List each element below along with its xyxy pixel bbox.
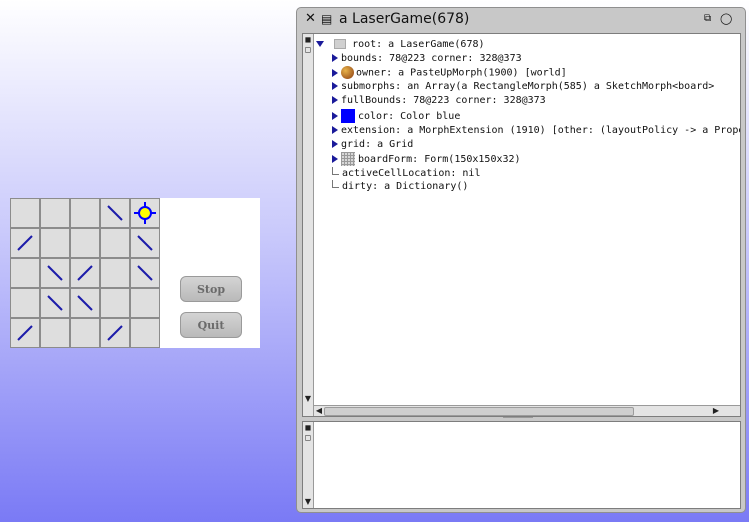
laser-game-board: Stop Quit: [10, 198, 260, 348]
tree-item-label: grid: a Grid: [341, 139, 414, 150]
grid-cell[interactable]: [10, 318, 40, 348]
tree-item[interactable]: extension: a MorphExtension (1910) [othe…: [332, 124, 740, 138]
grid-cell[interactable]: [100, 228, 130, 258]
grid-cell[interactable]: [100, 318, 130, 348]
scroll-down-arrow-icon[interactable]: ▼: [304, 395, 312, 403]
grid-cell[interactable]: [100, 198, 130, 228]
inspector-tree: root: a LaserGame(678) bounds: 78@223 co…: [316, 34, 740, 405]
tree-item-label: activeCellLocation: nil: [342, 168, 481, 179]
grid-cell[interactable]: [10, 198, 40, 228]
tree-item-label: boardForm: Form(150x150x32): [358, 154, 521, 165]
tree-root-label: root: a LaserGame(678): [352, 39, 485, 50]
mirror-backslash-icon: [47, 265, 63, 281]
tree-item[interactable]: boardForm: Form(150x150x32): [332, 152, 521, 166]
stop-button[interactable]: Stop: [180, 276, 242, 302]
grid-cell[interactable]: [40, 288, 70, 318]
code-scroll-up-icon[interactable]: ◼: [304, 424, 312, 432]
tree-item-label: fullBounds: 78@223 corner: 328@373: [341, 95, 546, 106]
grid-cell[interactable]: [130, 198, 160, 228]
expand-arrow-icon[interactable]: [332, 82, 338, 90]
mirror-backslash-icon: [137, 235, 153, 251]
tree-item[interactable]: grid: a Grid: [332, 138, 413, 152]
code-scroll-down-arrow-icon[interactable]: ▼: [304, 498, 312, 506]
mirror-slash-icon: [77, 265, 93, 281]
code-scroll-menu-icon[interactable]: ◻: [304, 434, 312, 442]
expand-arrow-icon[interactable]: [332, 54, 338, 62]
color-swatch-icon: [341, 109, 355, 123]
grid-cell[interactable]: [10, 288, 40, 318]
expand-arrow-icon[interactable]: [332, 112, 338, 120]
board-thumbnail-icon: [341, 152, 355, 166]
tree-item[interactable]: submorphs: an Array(a RectangleMorph(585…: [332, 80, 714, 94]
expand-arrow-icon[interactable]: [332, 126, 338, 134]
tree-item[interactable]: color: Color blue: [332, 109, 460, 123]
mirror-backslash-icon: [137, 265, 153, 281]
expand-arrow-icon[interactable]: [332, 68, 338, 77]
tree-item[interactable]: owner: a PasteUpMorph(1900) [world]: [332, 66, 567, 80]
grid-cell[interactable]: [70, 228, 100, 258]
grid-cell[interactable]: [10, 228, 40, 258]
close-icon[interactable]: ✕: [305, 12, 316, 26]
inspector-window: ✕ ▤ a LaserGame(678) ⧉ ◯ ◼ ◻ ▼ ◀ ▶ root:…: [296, 7, 746, 513]
tree-item-label: color: Color blue: [358, 111, 461, 122]
grid-cell[interactable]: [130, 318, 160, 348]
tree-item[interactable]: activeCellLocation: nil: [332, 167, 480, 181]
quit-button[interactable]: Quit: [180, 312, 242, 338]
tree-vertical-scrollbar[interactable]: ◼ ◻ ▼: [303, 34, 314, 416]
tree-leaf-connector: [332, 180, 339, 188]
tree-horizontal-scrollbar[interactable]: ◀ ▶: [314, 405, 740, 416]
root-morph-icon: [334, 39, 347, 49]
inspector-tree-pane[interactable]: ◼ ◻ ▼ ◀ ▶ root: a LaserGame(678) bounds:…: [302, 33, 741, 417]
grid-cell[interactable]: [70, 258, 100, 288]
grid-cell[interactable]: [40, 198, 70, 228]
expand-arrow-icon[interactable]: [332, 96, 338, 104]
grid-cell[interactable]: [10, 258, 40, 288]
inspector-code-pane[interactable]: ◼ ◻ ▼: [302, 421, 741, 509]
tree-item-label: bounds: 78@223 corner: 328@373: [341, 53, 522, 64]
tree-root-row[interactable]: root: a LaserGame(678): [316, 38, 485, 52]
collapse-icon[interactable]: ⧉: [704, 12, 711, 26]
grid-cell[interactable]: [70, 318, 100, 348]
laser-target-icon: [134, 202, 156, 224]
tree-item-label: owner: a PasteUpMorph(1900) [world]: [356, 67, 567, 79]
window-titlebar[interactable]: ✕ ▤ a LaserGame(678) ⧉ ◯: [297, 8, 745, 32]
mirror-backslash-icon: [107, 205, 123, 221]
expanded-icon[interactable]: [316, 41, 324, 47]
mirror-slash-icon: [107, 325, 123, 341]
scroll-left-arrow-icon[interactable]: ◀: [315, 407, 323, 415]
game-grid: [10, 198, 160, 348]
mirror-backslash-icon: [47, 295, 63, 311]
tree-item[interactable]: bounds: 78@223 corner: 328@373: [332, 52, 522, 66]
window-menu-icon[interactable]: ▤: [321, 12, 332, 26]
window-title: a LaserGame(678): [339, 11, 470, 27]
tree-leaf-connector: [332, 167, 339, 175]
mirror-slash-icon: [17, 235, 33, 251]
scroll-up-icon[interactable]: ◼: [304, 36, 312, 44]
expand-icon[interactable]: ◯: [720, 12, 732, 26]
expand-arrow-icon[interactable]: [332, 155, 338, 163]
grid-cell[interactable]: [70, 198, 100, 228]
scroll-right-arrow-icon[interactable]: ▶: [712, 407, 720, 415]
world-icon: [341, 66, 354, 79]
grid-cell[interactable]: [70, 288, 100, 318]
mirror-slash-icon: [17, 325, 33, 341]
code-vertical-scrollbar[interactable]: ◼ ◻ ▼: [303, 422, 314, 508]
horizontal-scroll-thumb[interactable]: [324, 407, 634, 416]
grid-cell[interactable]: [40, 318, 70, 348]
scroll-menu-icon[interactable]: ◻: [304, 46, 312, 54]
grid-cell[interactable]: [130, 288, 160, 318]
grid-cell[interactable]: [130, 228, 160, 258]
tree-item-label: submorphs: an Array(a RectangleMorph(585…: [341, 81, 715, 92]
grid-cell[interactable]: [40, 228, 70, 258]
mirror-backslash-icon: [77, 295, 93, 311]
grid-cell[interactable]: [130, 258, 160, 288]
tree-item-label: dirty: a Dictionary(): [342, 181, 469, 192]
tree-item[interactable]: fullBounds: 78@223 corner: 328@373: [332, 94, 546, 108]
expand-arrow-icon[interactable]: [332, 140, 338, 148]
tree-item-label: extension: a MorphExtension (1910) [othe…: [341, 125, 740, 136]
tree-item[interactable]: dirty: a Dictionary(): [332, 180, 468, 194]
grid-cell[interactable]: [40, 258, 70, 288]
grid-cell[interactable]: [100, 258, 130, 288]
grid-cell[interactable]: [100, 288, 130, 318]
